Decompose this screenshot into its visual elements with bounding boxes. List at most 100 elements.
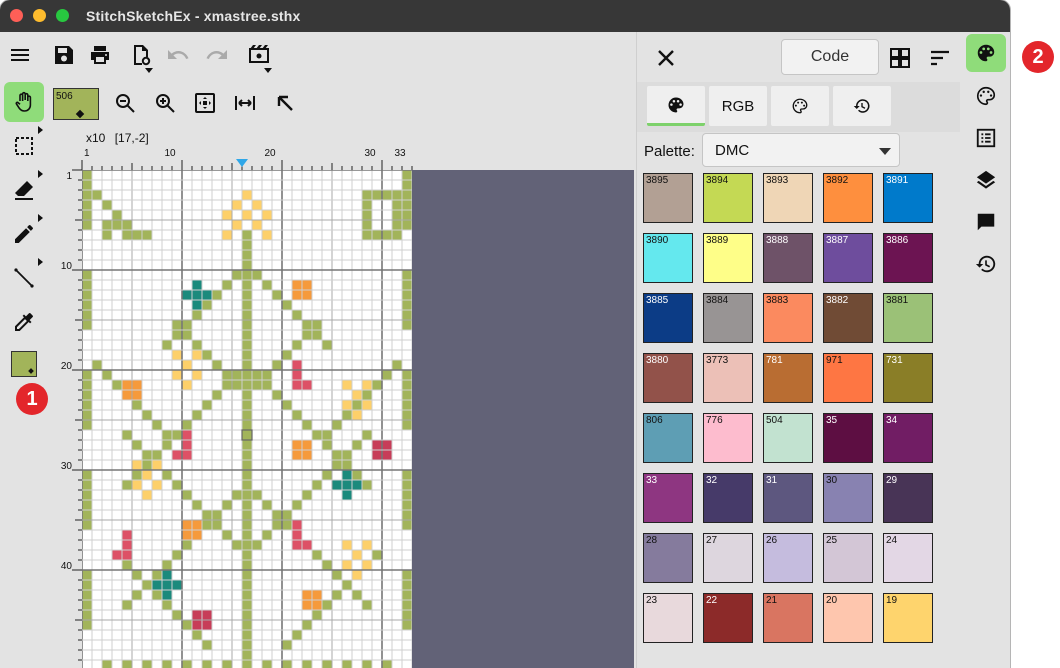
minimize-window-button[interactable] xyxy=(33,9,46,22)
stitch xyxy=(362,190,372,200)
list-icon xyxy=(976,128,996,148)
stitch xyxy=(162,430,172,440)
video-settings-caret[interactable] xyxy=(264,68,272,73)
color-swatch[interactable]: 20 xyxy=(823,593,873,643)
pointer-button[interactable] xyxy=(270,88,300,118)
list-panel-button[interactable] xyxy=(966,120,1006,156)
color-swatch[interactable]: 3773 xyxy=(703,353,753,403)
color-swatch[interactable]: 3887 xyxy=(823,233,873,283)
layers-panel-button[interactable] xyxy=(966,162,1006,198)
color-swatch[interactable]: 3888 xyxy=(763,233,813,283)
color-swatch[interactable]: 27 xyxy=(703,533,753,583)
color-swatch[interactable]: 3885 xyxy=(643,293,693,343)
color-swatch[interactable]: 33 xyxy=(643,473,693,523)
color-swatch[interactable]: 28 xyxy=(643,533,693,583)
tab-palette[interactable] xyxy=(647,86,705,126)
color-swatch[interactable]: 30 xyxy=(823,473,873,523)
current-color-button[interactable] xyxy=(4,344,44,384)
color-swatch-code: 971 xyxy=(826,355,843,366)
stitch xyxy=(182,540,192,550)
stitch xyxy=(212,520,222,530)
color-swatch[interactable]: 3895 xyxy=(643,173,693,223)
color-swatch[interactable]: 34 xyxy=(883,413,933,463)
line-tool-caret[interactable] xyxy=(38,258,43,266)
close-window-button[interactable] xyxy=(10,9,23,22)
color-swatch[interactable]: 19 xyxy=(883,593,933,643)
color-swatch[interactable]: 3880 xyxy=(643,353,693,403)
color-swatch[interactable]: 781 xyxy=(763,353,813,403)
color-swatch[interactable]: 504 xyxy=(763,413,813,463)
redo-button[interactable] xyxy=(202,40,232,70)
color-swatch[interactable]: 23 xyxy=(643,593,693,643)
video-settings-button[interactable] xyxy=(244,40,274,70)
color-swatch[interactable]: 3891 xyxy=(883,173,933,223)
stitch xyxy=(82,420,92,430)
comment-panel-button[interactable] xyxy=(966,204,1006,240)
palette-outline-panel-button[interactable] xyxy=(966,78,1006,114)
color-swatch[interactable]: 776 xyxy=(703,413,753,463)
pencil-tool-caret[interactable] xyxy=(38,214,43,222)
sort-button[interactable] xyxy=(925,43,955,73)
document-settings-caret[interactable] xyxy=(145,68,153,73)
color-swatch[interactable]: 32 xyxy=(703,473,753,523)
color-swatch[interactable]: 3889 xyxy=(703,233,753,283)
color-swatch[interactable]: 31 xyxy=(763,473,813,523)
stitch xyxy=(282,350,292,360)
zoom-out-button[interactable] xyxy=(110,88,140,118)
eyedropper-tool-button[interactable] xyxy=(4,302,44,342)
panel-header: Code xyxy=(637,32,961,82)
color-swatch[interactable]: 3884 xyxy=(703,293,753,343)
stitch xyxy=(182,490,192,500)
color-swatch[interactable]: 35 xyxy=(823,413,873,463)
tab-rgb[interactable]: RGB xyxy=(709,86,767,126)
stitch-grid[interactable] xyxy=(82,170,412,668)
zoom-fit-button[interactable] xyxy=(190,88,220,118)
color-swatch[interactable]: 29 xyxy=(883,473,933,523)
color-swatch[interactable]: 21 xyxy=(763,593,813,643)
palette-panel-button[interactable] xyxy=(966,34,1006,72)
eraser-tool-caret[interactable] xyxy=(38,170,43,178)
tab-history[interactable] xyxy=(833,86,891,126)
color-swatch[interactable]: 731 xyxy=(883,353,933,403)
color-swatch[interactable]: 971 xyxy=(823,353,873,403)
color-swatch[interactable]: 3886 xyxy=(883,233,933,283)
stitch xyxy=(302,290,312,300)
selected-color-chip[interactable]: 506 xyxy=(53,88,99,120)
layers-icon xyxy=(976,170,996,189)
color-swatch[interactable]: 806 xyxy=(643,413,693,463)
document-settings-button[interactable] xyxy=(126,40,156,70)
zoom-window-button[interactable] xyxy=(56,9,69,22)
color-swatch[interactable]: 3883 xyxy=(763,293,813,343)
select-tool-caret[interactable] xyxy=(38,126,43,134)
stitch xyxy=(252,380,262,390)
stitch xyxy=(402,190,412,200)
color-swatch[interactable]: 25 xyxy=(823,533,873,583)
grid-view-button[interactable] xyxy=(885,43,915,73)
close-panel-button[interactable] xyxy=(651,43,681,73)
color-swatch[interactable]: 3894 xyxy=(703,173,753,223)
fit-width-button[interactable] xyxy=(230,88,260,118)
color-swatch[interactable]: 3890 xyxy=(643,233,693,283)
color-swatch[interactable]: 3892 xyxy=(823,173,873,223)
zoom-in-button[interactable] xyxy=(150,88,180,118)
save-button[interactable] xyxy=(49,40,79,70)
menu-button[interactable] xyxy=(5,40,35,70)
hand-tool-button[interactable] xyxy=(4,82,44,122)
stitch xyxy=(302,660,312,668)
code-search-input[interactable]: Code xyxy=(781,39,879,75)
color-swatch[interactable]: 3882 xyxy=(823,293,873,343)
tab-palette-outline[interactable] xyxy=(771,86,829,126)
color-swatch[interactable]: 24 xyxy=(883,533,933,583)
palette-select[interactable]: DMC xyxy=(702,133,900,167)
color-swatch-code: 20 xyxy=(826,595,838,606)
color-swatch-code: 26 xyxy=(766,535,778,546)
color-swatch[interactable]: 26 xyxy=(763,533,813,583)
color-swatch[interactable]: 22 xyxy=(703,593,753,643)
color-swatch[interactable]: 3881 xyxy=(883,293,933,343)
history-panel-button[interactable] xyxy=(966,246,1006,282)
print-button[interactable] xyxy=(85,40,115,70)
undo-button[interactable] xyxy=(163,40,193,70)
stitch xyxy=(262,230,272,240)
color-swatch[interactable]: 3893 xyxy=(763,173,813,223)
color-swatch-code: 3886 xyxy=(886,235,909,246)
